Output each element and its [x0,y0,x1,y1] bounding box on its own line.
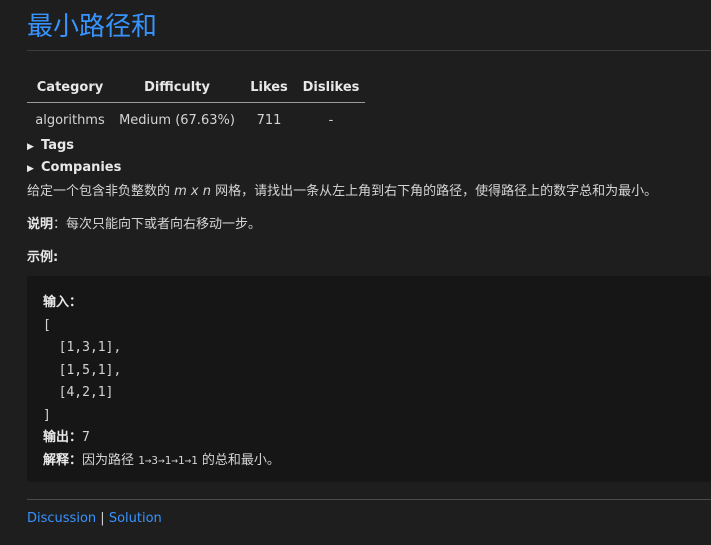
cell-likes: 711 [256,112,282,128]
explain-suffix: 的总和最小。 [197,452,280,468]
explain-prefix: 因为路径 [82,452,139,468]
explain-path: 1→3→1→1→1 [138,453,198,467]
desc-before: 给定一个包含非负整数的 [27,184,175,199]
companies-label: Companies [41,160,122,175]
problem-description: 给定一个包含非负整数的 m x n 网格，请找出一条从左上角到右下角的路径，使得… [27,180,657,199]
cell-difficulty: Medium (67.63%) [119,112,235,128]
input-label: 输入： [43,295,83,310]
tags-toggle[interactable]: ▶ Tags [27,138,74,153]
note-text: ：每次只能向下或者向右移动一步。 [53,217,262,232]
triangle-right-icon: ▶ [27,164,34,174]
cell-category: algorithms [35,112,105,128]
output-label: 输出： [43,430,83,445]
tags-label: Tags [41,138,75,153]
example-code-block: 输入： [ [1,3,1], [1,5,1], [4,2,1] ] 输出：7 解… [27,276,711,482]
desc-grid-expr: m x n [174,184,212,199]
output-value: 7 [82,430,90,445]
page-title: 最小路径和 [27,12,158,42]
problem-note: 说明：每次只能向下或者向右移动一步。 [27,213,261,232]
table-header-row: Category Difficulty Likes Dislikes [27,72,365,103]
companies-toggle[interactable]: ▶ Companies [27,160,121,175]
discussion-link[interactable]: Discussion [27,511,96,526]
note-label: 说明 [27,217,54,232]
header-likes: Likes [241,72,297,103]
cell-dislikes: - [328,112,334,128]
header-dislikes: Dislikes [297,72,365,103]
problem-meta-table: Category Difficulty Likes Dislikes algor… [27,72,365,137]
input-line: [1,3,1], [43,340,122,355]
desc-after: 网格，请找出一条从左上角到右下角的路径，使得路径上的数字总和为最小。 [211,184,658,199]
footer-separator: | [100,511,105,526]
input-line: [4,2,1] [43,385,114,400]
header-difficulty: Difficulty [113,72,241,103]
footer-divider [27,499,711,500]
solution-link[interactable]: Solution [109,511,162,526]
footer-links: Discussion | Solution [27,511,162,526]
input-line: [ [43,317,51,333]
input-line: ] [43,407,51,423]
input-line: [1,5,1], [43,362,122,378]
triangle-right-icon: ▶ [27,142,34,152]
title-divider [27,50,711,51]
example-heading: 示例: [27,250,59,265]
explain-label: 解释： [43,452,83,468]
header-category: Category [27,72,113,103]
table-row: algorithms Medium (67.63%) 711 - [27,103,365,138]
